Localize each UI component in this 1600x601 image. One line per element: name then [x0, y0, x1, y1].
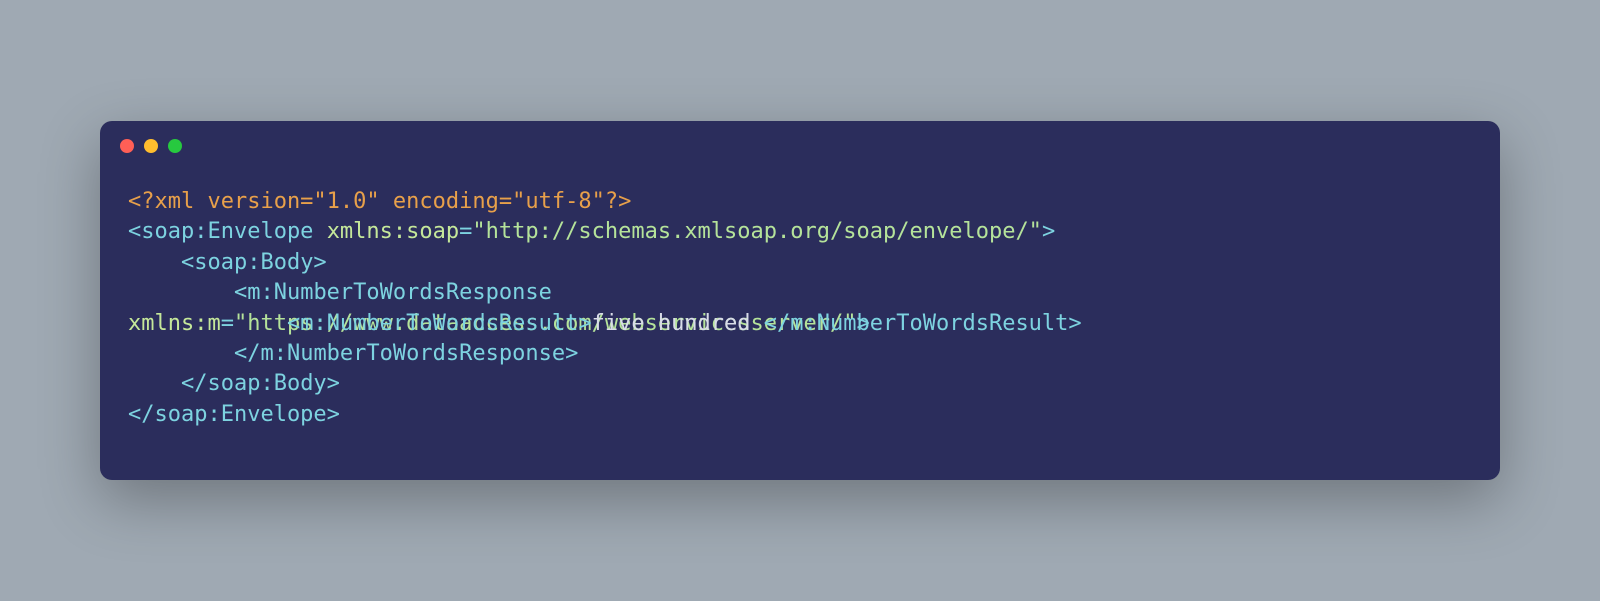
response-close-tag: </m:NumberToWordsResponse> — [234, 341, 578, 366]
result-open-tag: <m:NumberToWordsResult> — [287, 311, 592, 336]
xml-declaration: <?xml version="1.0" encoding="utf-8"?> — [128, 189, 631, 214]
body-close-tag: </soap:Body> — [181, 371, 340, 396]
titlebar — [100, 121, 1500, 163]
envelope-open-tag: <soap:Envelope — [128, 219, 313, 244]
result-close-tag: </m:NumberToWordsResult> — [764, 311, 1082, 336]
xmlns-soap-attr: xmlns:soap — [327, 219, 459, 244]
body-open-tag: <soap:Body> — [181, 250, 327, 275]
code-window: <?xml version="1.0" encoding="utf-8"?> <… — [100, 121, 1500, 480]
maximize-icon[interactable] — [168, 139, 182, 153]
close-icon[interactable] — [120, 139, 134, 153]
code-block: <?xml version="1.0" encoding="utf-8"?> <… — [100, 163, 1500, 480]
minimize-icon[interactable] — [144, 139, 158, 153]
response-open-tag: <m:NumberToWordsResponse — [234, 280, 552, 305]
soap-namespace-url: "http://schemas.xmlsoap.org/soap/envelop… — [472, 219, 1042, 244]
envelope-close-tag: </soap:Envelope> — [128, 402, 340, 427]
result-text: five hundred — [592, 311, 764, 336]
